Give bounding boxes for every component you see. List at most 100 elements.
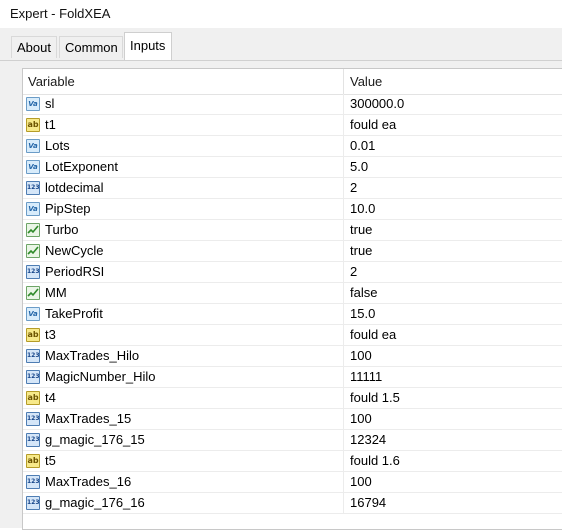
variable-name: MaxTrades_15 [45,411,132,426]
grid-header: Variable Value [23,69,562,95]
variable-value[interactable]: 300000.0 [350,94,404,114]
table-row[interactable]: ab t3 fould ea [23,325,562,346]
column-header-value[interactable]: Value [350,69,560,94]
table-row[interactable]: NewCycle true [23,241,562,262]
variable-value[interactable]: 15.0 [350,304,375,324]
table-row[interactable]: Va LotExponent 5.0 [23,157,562,178]
variable-name: MaxTrades_16 [45,474,132,489]
variable-name: g_magic_176_15 [45,432,145,447]
table-row[interactable]: Turbo true [23,220,562,241]
variable-name: MagicNumber_Hilo [45,369,156,384]
variable-name: Lots [45,138,70,153]
integer-type-icon: 123 [26,181,40,195]
variable-name: MaxTrades_Hilo [45,348,140,363]
table-row[interactable]: Va Lots 0.01 [23,136,562,157]
variable-value[interactable]: fould ea [350,115,396,135]
cell-divider [343,157,344,177]
table-row[interactable]: ab t1 fould ea [23,115,562,136]
integer-type-icon: 123 [26,265,40,279]
cell-divider [343,367,344,387]
variable-value[interactable]: fould ea [350,325,396,345]
string-type-icon: ab [26,118,40,132]
variable-name: lotdecimal [45,180,104,195]
column-divider[interactable] [343,69,344,94]
variable-value[interactable]: 0.01 [350,136,375,156]
table-row[interactable]: Va sl 300000.0 [23,94,562,115]
double-type-icon: Va [26,97,40,111]
string-type-icon: ab [26,454,40,468]
cell-divider [343,451,344,471]
bool-type-icon [26,286,40,300]
variable-value[interactable]: 2 [350,178,357,198]
variable-name: PipStep [45,201,91,216]
cell-divider [343,493,344,513]
table-row[interactable]: ab t5 fould 1.6 [23,451,562,472]
integer-type-icon: 123 [26,496,40,510]
tab-about[interactable]: About [11,36,57,58]
cell-divider [343,472,344,492]
table-row[interactable]: 123 MagicNumber_Hilo 11111 [23,367,562,388]
cell-divider [343,115,344,135]
integer-type-icon: 123 [26,370,40,384]
table-row[interactable]: 123 MaxTrades_Hilo 100 [23,346,562,367]
variable-value[interactable]: 16794 [350,493,386,513]
table-row[interactable]: 123 MaxTrades_15 100 [23,409,562,430]
variable-name: t1 [45,117,56,132]
table-row[interactable]: Va TakeProfit 15.0 [23,304,562,325]
variable-name: t4 [45,390,56,405]
double-type-icon: Va [26,307,40,321]
table-row[interactable]: Va PipStep 10.0 [23,199,562,220]
variable-name: t5 [45,453,56,468]
variable-value[interactable]: 2 [350,262,357,282]
cell-divider [343,388,344,408]
variable-name: t3 [45,327,56,342]
cell-divider [343,325,344,345]
integer-type-icon: 123 [26,433,40,447]
cell-divider [343,430,344,450]
bool-type-icon [26,244,40,258]
cell-divider [343,241,344,261]
table-row[interactable]: 123 PeriodRSI 2 [23,262,562,283]
window-title: Expert - FoldXEA [10,6,111,21]
cell-divider [343,409,344,429]
variable-name: sl [45,96,55,111]
variable-value[interactable]: fould 1.5 [350,388,400,408]
variable-name: g_magic_176_16 [45,495,145,510]
table-row[interactable]: 123 lotdecimal 2 [23,178,562,199]
tab-common[interactable]: Common [59,36,123,58]
grid-rows: Va sl 300000.0 ab t1 fould ea Va Lots 0.01 Va LotE… [23,94,562,514]
tab-inputs[interactable]: Inputs [124,32,172,60]
variable-value[interactable]: 11111 [350,367,382,387]
variable-value[interactable]: 12324 [350,430,386,450]
variable-name: Turbo [45,222,79,237]
integer-type-icon: 123 [26,475,40,489]
cell-divider [343,136,344,156]
table-row[interactable]: 123 g_magic_176_15 12324 [23,430,562,451]
variable-value[interactable]: 100 [350,409,372,429]
cell-divider [343,178,344,198]
window-titlebar: Expert - FoldXEA [0,0,562,29]
double-type-icon: Va [26,139,40,153]
variable-value[interactable]: true [350,241,372,261]
table-row[interactable]: 123 MaxTrades_16 100 [23,472,562,493]
variable-name: TakeProfit [45,306,103,321]
table-row[interactable]: ab t4 fould 1.5 [23,388,562,409]
cell-divider [343,94,344,114]
variable-value[interactable]: 100 [350,346,372,366]
string-type-icon: ab [26,328,40,342]
variable-value[interactable]: 100 [350,472,372,492]
table-row[interactable]: 123 g_magic_176_16 16794 [23,493,562,514]
variable-value[interactable]: 10.0 [350,199,375,219]
variable-value[interactable]: true [350,220,372,240]
cell-divider [343,199,344,219]
inputs-panel: Variable Value Va sl 300000.0 ab t1 fould ea V… [0,60,562,530]
integer-type-icon: 123 [26,349,40,363]
cell-divider [343,283,344,303]
double-type-icon: Va [26,160,40,174]
variable-value[interactable]: false [350,283,377,303]
column-header-variable[interactable]: Variable [28,69,342,94]
table-row[interactable]: MM false [23,283,562,304]
variable-value[interactable]: fould 1.6 [350,451,400,471]
variable-value[interactable]: 5.0 [350,157,368,177]
inputs-grid: Variable Value Va sl 300000.0 ab t1 fould ea V… [22,68,562,530]
